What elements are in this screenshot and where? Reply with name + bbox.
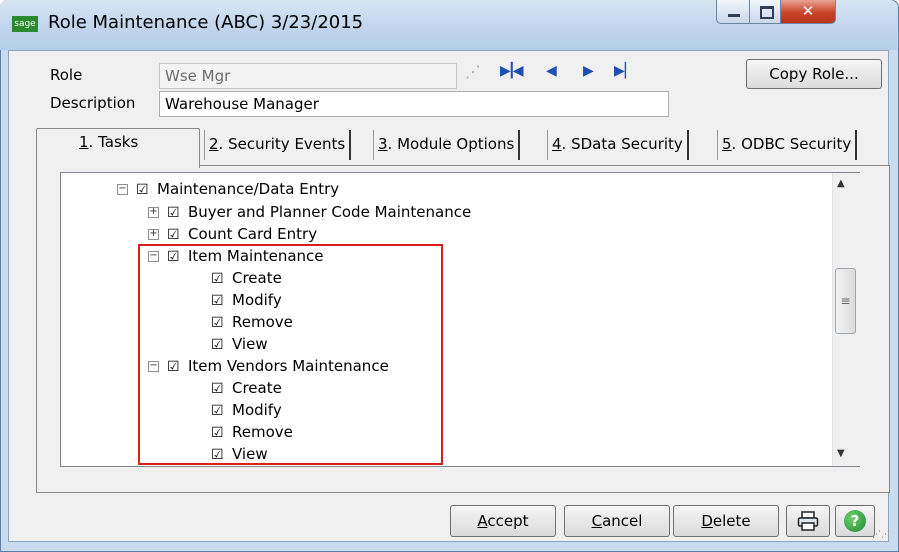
window-title: Role Maintenance (ABC) 3/23/2015 [48, 12, 364, 33]
tab-sdata-security[interactable]: 4. SData Security [547, 130, 689, 160]
maximize-button[interactable] [749, 0, 781, 24]
role-label: Role [50, 66, 83, 84]
highlight-annotation-box [138, 244, 443, 465]
expand-icon[interactable]: + [148, 207, 159, 218]
tree-node-count-card[interactable]: + ☑ Count Card Entry [148, 223, 317, 245]
minimize-button[interactable] [716, 0, 750, 24]
tab-security-events[interactable]: 2. Security Events [204, 130, 352, 160]
tab-divider [200, 165, 890, 166]
expand-icon[interactable]: + [148, 229, 159, 240]
sage-logo: sage [12, 16, 38, 32]
checkbox-checked-icon[interactable]: ☑ [167, 224, 183, 246]
close-button[interactable]: ✕ [780, 0, 836, 24]
help-icon: ? [844, 510, 866, 532]
lookup-icon[interactable]: ⋰ [465, 62, 481, 81]
copy-role-button[interactable]: Copy Role... [746, 59, 882, 89]
resize-grip-icon[interactable]: ⋰⋰ [872, 530, 890, 540]
delete-button[interactable]: Delete [673, 505, 779, 537]
scroll-down-icon[interactable]: ▼ [837, 448, 845, 459]
tree-node-maintenance-data-entry[interactable]: − ☑ Maintenance/Data Entry [117, 178, 339, 200]
tab-module-options[interactable]: 3. Module Options [373, 130, 521, 160]
checkbox-checked-icon[interactable]: ☑ [136, 179, 152, 201]
print-button[interactable] [786, 505, 830, 537]
role-field[interactable]: Wse Mgr [159, 63, 457, 89]
tree-node-buyer-planner[interactable]: + ☑ Buyer and Planner Code Maintenance [148, 201, 471, 223]
tab-odbc-security[interactable]: 5. ODBC Security [717, 130, 858, 160]
printer-icon [797, 511, 819, 531]
previous-record-icon[interactable]: ◀ [546, 63, 557, 79]
scroll-thumb[interactable]: ≡ [835, 268, 856, 334]
accept-button[interactable]: Accept [450, 505, 556, 537]
checkbox-checked-icon[interactable]: ☑ [167, 202, 183, 224]
title-bar[interactable]: sage Role Maintenance (ABC) 3/23/2015 ✕ [0, 0, 897, 50]
scroll-up-icon[interactable]: ▲ [837, 178, 845, 189]
help-button[interactable]: ? [835, 505, 875, 537]
cancel-button[interactable]: Cancel [564, 505, 670, 537]
collapse-icon[interactable]: − [117, 184, 128, 195]
next-record-icon[interactable]: ▶ [583, 63, 594, 79]
first-record-button[interactable]: ▶▏ [502, 63, 524, 79]
close-icon: ✕ [801, 2, 815, 20]
last-record-icon[interactable]: ▶▏ [614, 63, 636, 79]
maximize-icon [760, 6, 774, 19]
tab-tasks[interactable]: 1. Tasks [36, 128, 200, 168]
description-label: Description [50, 94, 136, 112]
minimize-icon [728, 14, 740, 17]
description-field[interactable]: Warehouse Manager [159, 91, 669, 117]
